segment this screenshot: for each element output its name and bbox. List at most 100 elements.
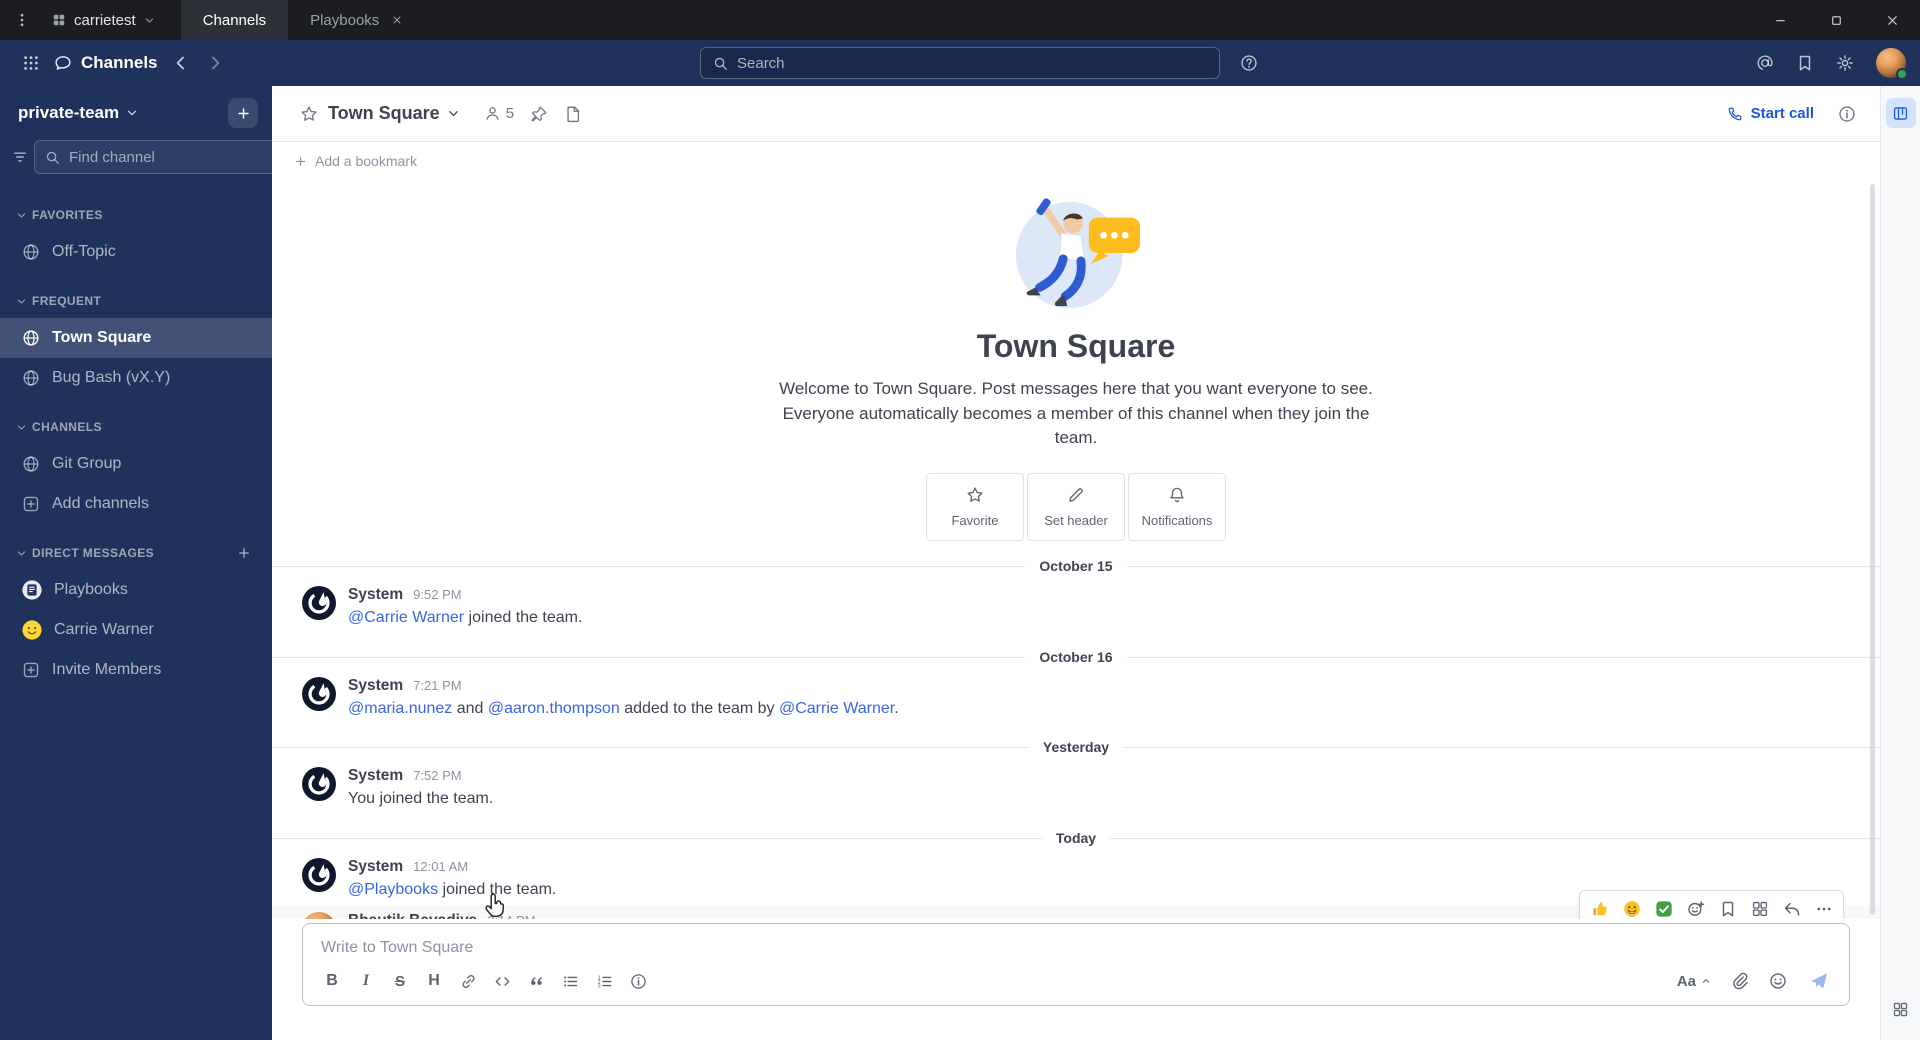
- channel-name: Invite Members: [52, 661, 162, 678]
- pinned-posts-button[interactable]: [522, 97, 556, 131]
- format-bold-button[interactable]: B: [315, 965, 349, 997]
- apps-button[interactable]: [1744, 894, 1775, 919]
- sidebar-item-playbooks[interactable]: Playbooks: [0, 570, 272, 610]
- system-avatar[interactable]: [302, 857, 336, 892]
- more-button[interactable]: [1808, 894, 1839, 919]
- close-tab-icon[interactable]: [391, 14, 403, 26]
- window-controls: [1752, 0, 1920, 40]
- user-avatar[interactable]: [302, 912, 336, 919]
- message-row[interactable]: System 7:52 PM You joined the team.: [272, 760, 1880, 815]
- add-reaction-button[interactable]: [1680, 894, 1711, 919]
- add-bookmark-button[interactable]: Add a bookmark: [272, 142, 1880, 180]
- sidebar-item-town-square[interactable]: Town Square: [0, 318, 272, 358]
- boards-app-button[interactable]: [1885, 98, 1916, 128]
- sidebar-group-header[interactable]: CHANNELS: [0, 410, 272, 444]
- format-link-button[interactable]: [451, 965, 485, 997]
- saved-posts-button[interactable]: [1788, 46, 1822, 80]
- message-author[interactable]: Bhautik Bavadiya: [348, 912, 477, 919]
- scrollbar[interactable]: [1870, 184, 1875, 915]
- history-forward-button[interactable]: [198, 46, 232, 80]
- find-channel-box[interactable]: [34, 140, 279, 174]
- sidebar-group-header[interactable]: FREQUENT: [0, 284, 272, 318]
- apps-button[interactable]: [1886, 994, 1916, 1024]
- mention-link[interactable]: @Playbooks: [348, 881, 438, 898]
- product-switcher-button[interactable]: [14, 46, 48, 80]
- channel-info-button[interactable]: [1830, 97, 1864, 131]
- close-button[interactable]: [1864, 0, 1920, 40]
- system-avatar[interactable]: [302, 676, 336, 711]
- message-input[interactable]: [303, 924, 1849, 963]
- channel-menu[interactable]: Town Square: [328, 103, 460, 124]
- link-icon: [460, 973, 477, 990]
- format-italic-button[interactable]: I: [349, 965, 383, 997]
- sidebar-group-header[interactable]: DIRECT MESSAGES: [0, 536, 272, 570]
- recent-mentions-button[interactable]: [1748, 46, 1782, 80]
- channel-files-button[interactable]: [556, 97, 590, 131]
- team-menu[interactable]: private-team: [18, 103, 138, 123]
- channel-name: Playbooks: [54, 581, 128, 598]
- save-message-button[interactable]: [1712, 894, 1743, 919]
- format-bulleted-list-button[interactable]: [553, 965, 587, 997]
- gear-icon: [1836, 54, 1854, 72]
- maximize-button[interactable]: [1808, 0, 1864, 40]
- channel-filter-button[interactable]: [12, 142, 28, 172]
- toggle-formatting-button[interactable]: Aa: [1669, 965, 1719, 997]
- tab-channels[interactable]: Channels: [180, 0, 289, 40]
- white-check-mark-reaction-button[interactable]: [1648, 894, 1679, 919]
- message-row[interactable]: System 9:52 PM @Carrie Warner joined the t…: [272, 579, 1880, 634]
- send-message-button[interactable]: [1799, 965, 1839, 997]
- smile-reaction-button[interactable]: [1616, 894, 1647, 919]
- help-button[interactable]: [1232, 46, 1266, 80]
- mention-link[interactable]: @Carrie Warner: [348, 609, 464, 626]
- find-channel-input[interactable]: [69, 148, 268, 166]
- message-author[interactable]: System: [348, 767, 403, 785]
- message-row[interactable]: Bhautik Bavadiya2:14 PMTime is 19:50Edit…: [272, 890, 1880, 919]
- mention-link[interactable]: @maria.nunez: [348, 700, 452, 717]
- sidebar-item-invite-members[interactable]: Invite Members: [0, 650, 272, 690]
- message-author[interactable]: System: [348, 858, 403, 876]
- message-author[interactable]: System: [348, 677, 403, 695]
- search-input[interactable]: [737, 54, 1207, 72]
- add-direct-message-button[interactable]: [232, 541, 256, 565]
- sidebar-item-bug-bash-vx-y[interactable]: Bug Bash (vX.Y): [0, 358, 272, 398]
- mention-link[interactable]: @aaron.thompson: [488, 700, 620, 717]
- attach-file-button[interactable]: [1723, 965, 1757, 997]
- format-quote-button[interactable]: [519, 965, 553, 997]
- intro-action-notifications[interactable]: Notifications: [1128, 472, 1226, 541]
- system-avatar[interactable]: [302, 585, 336, 620]
- format-numbered-list-button[interactable]: 123: [587, 965, 621, 997]
- settings-button[interactable]: [1828, 46, 1862, 80]
- mention-link[interactable]: @Carrie Warner: [779, 700, 894, 717]
- titlebar: carrietest Channels Playbooks: [0, 0, 1920, 40]
- format-code-button[interactable]: [485, 965, 519, 997]
- server-switcher[interactable]: carrietest: [44, 0, 171, 40]
- message-author[interactable]: System: [348, 586, 403, 604]
- start-call-button[interactable]: Start call: [1717, 97, 1824, 131]
- search-box[interactable]: [700, 47, 1220, 79]
- message-row[interactable]: System 7:21 PM @maria.nunez and @aaron.tho…: [272, 670, 1880, 725]
- profile-avatar[interactable]: [1876, 48, 1908, 80]
- sidebar-item-add-channels[interactable]: Add channels: [0, 484, 272, 524]
- app-menu-button[interactable]: [0, 0, 44, 40]
- history-back-button[interactable]: [164, 46, 198, 80]
- sidebar-item-carrie-warner[interactable]: Carrie Warner: [0, 610, 272, 650]
- intro-action-set-header[interactable]: Set header: [1027, 472, 1125, 541]
- message-text: @Carrie Warner joined the team.: [348, 607, 582, 629]
- emoji-picker-button[interactable]: [1761, 965, 1795, 997]
- sidebar-item-off-topic[interactable]: Off-Topic: [0, 232, 272, 272]
- minimize-button[interactable]: [1752, 0, 1808, 40]
- favorite-channel-button[interactable]: [292, 97, 326, 131]
- tab-playbooks[interactable]: Playbooks: [288, 0, 425, 40]
- format-heading-button[interactable]: H: [417, 965, 451, 997]
- channel-members-button[interactable]: 5: [476, 97, 522, 131]
- intro-action-favorite[interactable]: Favorite: [926, 472, 1024, 541]
- sidebar-group-header[interactable]: FAVORITES: [0, 198, 272, 232]
- reply-button[interactable]: [1776, 894, 1807, 919]
- add-channels-plus-button[interactable]: [228, 98, 258, 128]
- system-avatar[interactable]: [302, 767, 336, 802]
- format-priority-button[interactable]: [621, 965, 655, 997]
- sidebar-item-git-group[interactable]: Git Group: [0, 444, 272, 484]
- thumbsup-reaction-button[interactable]: [1584, 894, 1615, 919]
- add-icon: [22, 661, 40, 679]
- format-strikethrough-button[interactable]: S: [383, 965, 417, 997]
